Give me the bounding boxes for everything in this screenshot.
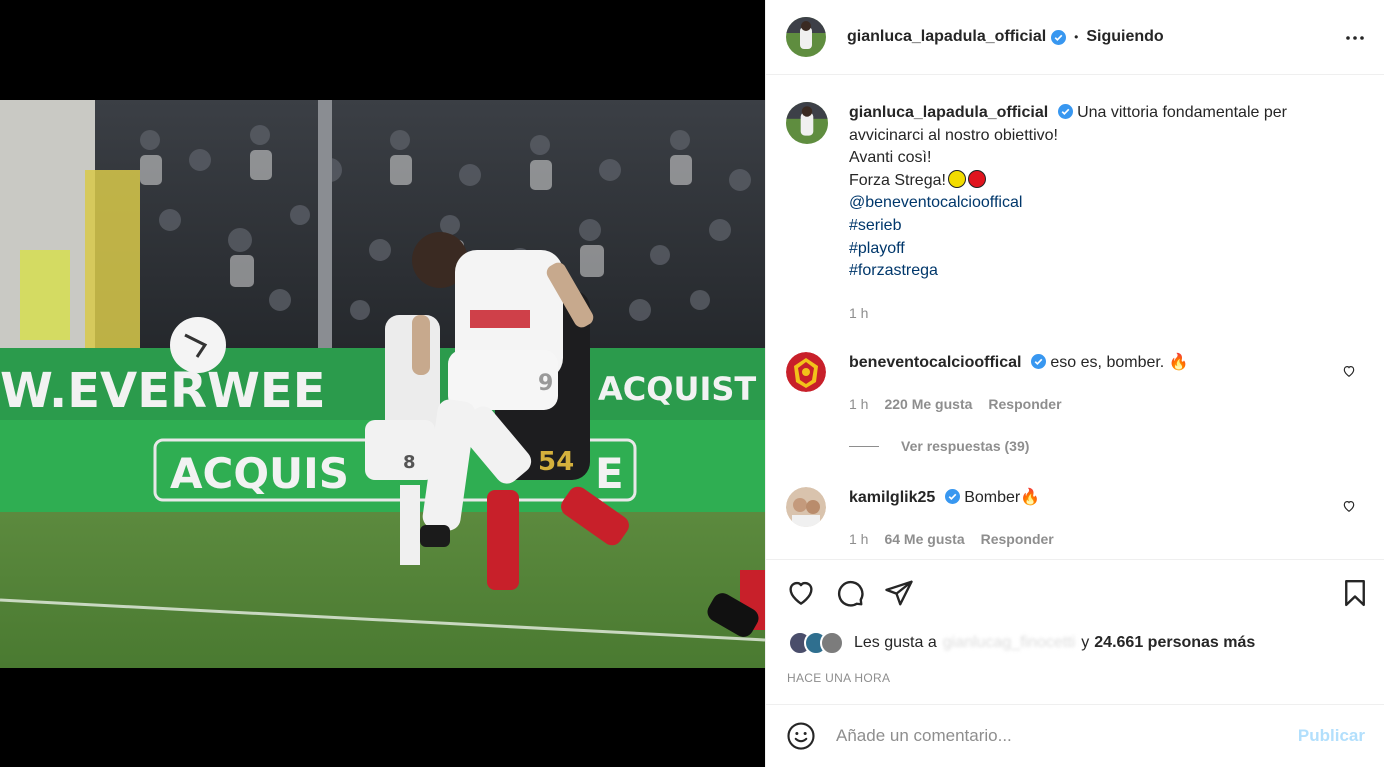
comment-meta: 1 h 64 Me gusta Responder (849, 531, 1054, 547)
player-number-8: 8 (403, 452, 416, 473)
heart-icon[interactable] (786, 578, 816, 608)
red-circle-emoji-icon (967, 169, 986, 188)
comment-content: Bomber🔥 (964, 489, 1041, 506)
caption-line-3-text: Forza Strega! (849, 171, 946, 189)
verified-badge-icon (1051, 29, 1067, 45)
likes-summary: Les gusta a gianlucag_finocetti y 24.661… (788, 631, 1255, 655)
bookmark-icon[interactable] (1340, 578, 1370, 608)
reply-button[interactable]: Responder (988, 396, 1061, 412)
liker-avatars[interactable] (788, 631, 844, 655)
yellow-circle-emoji-icon (947, 169, 966, 188)
action-bar (786, 578, 914, 608)
author-avatar[interactable] (786, 17, 826, 57)
caption-mention[interactable]: @beneventocalciooffical (849, 192, 1329, 215)
comments-section[interactable]: gianluca_lapadula_official Una vittoria … (766, 76, 1384, 558)
commenter-avatar[interactable] (786, 352, 826, 392)
paper-plane-icon[interactable] (884, 578, 914, 608)
verified-badge-icon (1057, 104, 1073, 119)
post-modal: W.EVERWEE ACQUIST ACQUIS E 8 54 9 gianlu… (0, 0, 1384, 767)
comment-text: beneventocalciooffical eso es, bomber. 🔥 (849, 352, 1329, 392)
caption-text: gianluca_lapadula_official Una vittoria … (849, 102, 1329, 283)
verified-badge-icon (944, 489, 960, 504)
comment-likes[interactable]: 220 Me gusta (884, 396, 972, 412)
banner-bottom-right-text: E (595, 449, 624, 498)
post-actions: Les gusta a gianlucag_finocetti y 24.661… (766, 559, 1384, 704)
likes-connector: y (1081, 634, 1090, 651)
hashtag-serieb[interactable]: #serieb (849, 215, 1329, 238)
caption-avatar[interactable] (786, 102, 828, 144)
liker-avatar (820, 631, 844, 655)
comment-input[interactable] (836, 726, 1291, 746)
comment-likes[interactable]: 64 Me gusta (884, 531, 964, 547)
comment-item: kamilglik25 Bomber🔥 (786, 487, 1366, 527)
publish-button[interactable]: Publicar (1298, 726, 1365, 746)
player-number-9: 9 (538, 371, 553, 396)
post-caption: gianluca_lapadula_official Una vittoria … (786, 102, 1366, 283)
comment-time: 1 h (849, 531, 869, 547)
banner-top-text: W.EVERWEE (0, 363, 325, 419)
caption-time: 1 h (849, 305, 869, 321)
commenter-avatar[interactable] (786, 487, 826, 527)
comment-content: eso es, bomber. 🔥 (1050, 354, 1189, 371)
post-photo[interactable]: W.EVERWEE ACQUIST ACQUIS E 8 54 9 (0, 100, 765, 668)
comment-meta: 1 h 220 Me gusta Responder (849, 396, 1062, 412)
view-replies-button[interactable]: Ver respuestas (39) (849, 438, 1029, 454)
player-number-54: 54 (538, 447, 574, 477)
author-username[interactable]: gianluca_lapadula_official (847, 28, 1046, 46)
comment-username[interactable]: kamilglik25 (849, 489, 935, 506)
reply-button[interactable]: Responder (981, 531, 1054, 547)
post-side-panel: gianluca_lapadula_official • Siguiendo g… (765, 0, 1384, 767)
comment-item: beneventocalciooffical eso es, bomber. 🔥 (786, 352, 1366, 392)
banner-top-right-text: ACQUIST (598, 370, 756, 408)
smiley-icon[interactable] (786, 721, 816, 751)
post-media: W.EVERWEE ACQUIST ACQUIS E 8 54 9 (0, 0, 765, 767)
verified-badge-icon (1030, 354, 1046, 369)
post-timestamp[interactable]: HACE UNA HORA (787, 671, 890, 685)
add-comment-bar: Publicar (766, 704, 1384, 767)
likes-count[interactable]: 24.661 personas más (1094, 634, 1255, 652)
following-button[interactable]: Siguiendo (1086, 28, 1163, 46)
replies-divider (849, 445, 879, 447)
likes-prefix: Les gusta a (854, 634, 937, 651)
comment-bubble-icon[interactable] (835, 578, 865, 608)
comment-text: kamilglik25 Bomber🔥 (849, 487, 1329, 527)
separator-dot: • (1074, 30, 1079, 44)
post-header: gianluca_lapadula_official • Siguiendo (766, 0, 1384, 75)
like-comment-heart-icon[interactable] (1342, 499, 1358, 515)
hashtag-forzastrega[interactable]: #forzastrega (849, 260, 1329, 283)
caption-line-3: Forza Strega! (849, 169, 1329, 193)
liked-by-username[interactable]: gianlucag_finocetti (943, 634, 1076, 652)
view-replies-label: Ver respuestas (39) (901, 438, 1030, 454)
comment-time: 1 h (849, 396, 869, 412)
hashtag-playoff[interactable]: #playoff (849, 238, 1329, 261)
caption-username[interactable]: gianluca_lapadula_official (849, 104, 1048, 121)
caption-line-2: Avanti così! (849, 149, 932, 167)
comment-username[interactable]: beneventocalciooffical (849, 354, 1022, 371)
more-options-icon[interactable] (1343, 26, 1367, 50)
like-comment-heart-icon[interactable] (1342, 364, 1358, 380)
banner-bottom-text: ACQUIS (170, 449, 349, 498)
